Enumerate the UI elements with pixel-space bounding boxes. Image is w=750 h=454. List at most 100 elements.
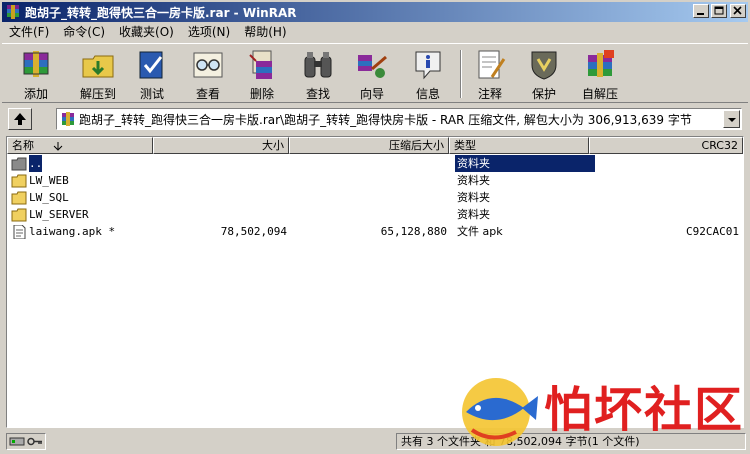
row-packed bbox=[293, 189, 447, 206]
add-button[interactable]: 添加 bbox=[14, 47, 58, 101]
close-button[interactable] bbox=[730, 4, 746, 18]
title-bar[interactable]: 跑胡子_转转_跑得快三合一房卡版.rar - WinRAR bbox=[2, 2, 748, 22]
row-size bbox=[157, 206, 287, 223]
row-name: LW_WEB bbox=[29, 174, 69, 187]
wizard-icon bbox=[358, 55, 387, 78]
column-type-label: 类型 bbox=[454, 139, 476, 152]
row-type: 资料夹 bbox=[457, 174, 490, 187]
parent-folder-icon bbox=[11, 157, 27, 170]
menu-favorites[interactable]: 收藏夹(O) bbox=[112, 23, 181, 42]
delete-button[interactable]: 删除 bbox=[240, 47, 284, 101]
menu-options[interactable]: 选项(N) bbox=[181, 23, 237, 42]
window-controls bbox=[691, 4, 746, 18]
toolbar-separator bbox=[460, 50, 462, 98]
test-label: 测试 bbox=[139, 87, 164, 101]
file-icon bbox=[13, 224, 26, 239]
row-packed: 65,128,880 bbox=[380, 225, 447, 238]
row-name-cell: LW_SERVER bbox=[11, 206, 157, 223]
comment-button[interactable]: 注释 bbox=[468, 47, 512, 101]
extract-folder-icon bbox=[82, 55, 114, 78]
table-row[interactable]: LW_WEB 资料夹 bbox=[7, 172, 743, 189]
delete-icon bbox=[249, 50, 272, 79]
file-list: 名称 大小 压缩后大小 类型 CRC32 .. 资料夹 LW_WEB 资料夹 L… bbox=[6, 136, 744, 428]
row-type: 文件 apk bbox=[457, 225, 503, 238]
row-name-cell: laiwang.apk * bbox=[11, 223, 157, 240]
up-arrow-icon bbox=[14, 113, 26, 125]
address-dropdown-button[interactable] bbox=[723, 110, 740, 128]
row-name-cell: LW_SQL bbox=[11, 189, 157, 206]
folder-icon bbox=[11, 208, 27, 221]
wizard-button[interactable]: 向导 bbox=[350, 47, 394, 101]
row-name-cell: .. bbox=[11, 155, 157, 172]
view-label: 查看 bbox=[195, 87, 220, 101]
minimize-button[interactable] bbox=[693, 4, 709, 18]
table-row[interactable]: LW_SQL 资料夹 bbox=[7, 189, 743, 206]
row-packed bbox=[293, 155, 447, 172]
maximize-button[interactable] bbox=[711, 4, 727, 18]
row-crc: C92CAC01 bbox=[686, 225, 739, 238]
extract-to-button[interactable]: 解压到 bbox=[76, 47, 120, 101]
window-title: 跑胡子_转转_跑得快三合一房卡版.rar - WinRAR bbox=[25, 5, 297, 20]
add-label: 添加 bbox=[23, 87, 48, 101]
table-row[interactable]: laiwang.apk * 78,502,094 65,128,880 文件 a… bbox=[7, 223, 743, 240]
menu-commands[interactable]: 命令(C) bbox=[56, 23, 112, 42]
view-button[interactable]: 查看 bbox=[186, 47, 230, 101]
column-header: 名称 大小 压缩后大小 类型 CRC32 bbox=[7, 137, 743, 154]
row-name: .. bbox=[29, 155, 43, 172]
archive-icon bbox=[62, 112, 74, 126]
column-name[interactable]: 名称 bbox=[7, 137, 153, 154]
row-name: LW_SERVER bbox=[29, 208, 89, 221]
info-button[interactable]: 信息 bbox=[406, 47, 450, 101]
row-type: 资料夹 bbox=[457, 208, 490, 221]
up-folder-button[interactable] bbox=[8, 108, 32, 130]
close-icon bbox=[733, 6, 742, 15]
folder-icon bbox=[11, 174, 27, 187]
menu-help[interactable]: 帮助(H) bbox=[237, 23, 293, 42]
column-crc-label: CRC32 bbox=[701, 139, 738, 152]
sort-down-icon bbox=[53, 142, 62, 151]
row-size bbox=[157, 155, 287, 172]
test-button[interactable]: 测试 bbox=[130, 47, 174, 101]
row-name-cell: LW_WEB bbox=[11, 172, 157, 189]
menu-bar: 文件(F) 命令(C) 收藏夹(O) 选项(N) 帮助(H) bbox=[2, 23, 748, 42]
column-type[interactable]: 类型 bbox=[449, 137, 589, 154]
protect-button[interactable]: 保护 bbox=[522, 47, 566, 101]
find-button[interactable]: 查找 bbox=[296, 47, 340, 101]
find-label: 查找 bbox=[305, 87, 330, 101]
table-row[interactable]: .. 资料夹 bbox=[7, 155, 743, 172]
column-size-label: 大小 bbox=[262, 139, 284, 152]
add-archive-icon bbox=[23, 51, 49, 77]
row-size bbox=[157, 172, 287, 189]
maximize-icon bbox=[714, 6, 724, 15]
sfx-button[interactable]: 自解压 bbox=[578, 47, 622, 101]
row-type: 资料夹 bbox=[457, 191, 490, 204]
shield-icon bbox=[531, 51, 557, 80]
info-icon bbox=[415, 51, 441, 80]
row-crc bbox=[597, 189, 739, 206]
status-summary: 共有 3 个文件夹 和 78,502,094 字节(1 个文件) bbox=[396, 433, 746, 450]
row-packed bbox=[293, 172, 447, 189]
row-packed bbox=[293, 206, 447, 223]
menu-file[interactable]: 文件(F) bbox=[2, 23, 56, 42]
winrar-icon bbox=[7, 5, 19, 19]
toolbar: 添加 解压到 测试 查看 删除 查找 向导 信息 注释 保护 自解压 bbox=[2, 43, 748, 103]
view-glasses-icon bbox=[193, 52, 223, 78]
address-row: 跑胡子_转转_跑得快三合一房卡版.rar\跑胡子_转转_跑得快房卡版 - RAR… bbox=[2, 106, 748, 132]
column-crc[interactable]: CRC32 bbox=[589, 137, 743, 154]
extract-to-label: 解压到 bbox=[79, 87, 116, 101]
comment-label: 注释 bbox=[477, 87, 502, 101]
address-field[interactable]: 跑胡子_转转_跑得快三合一房卡版.rar\跑胡子_转转_跑得快房卡版 - RAR… bbox=[56, 108, 742, 130]
column-name-label: 名称 bbox=[12, 139, 34, 152]
test-icon bbox=[139, 51, 163, 79]
row-crc bbox=[597, 155, 739, 172]
status-bar: 共有 3 个文件夹 和 78,502,094 字节(1 个文件) bbox=[2, 431, 748, 452]
sfx-label: 自解压 bbox=[581, 87, 618, 101]
row-name: laiwang.apk * bbox=[29, 225, 116, 238]
winrar-window: 跑胡子_转转_跑得快三合一房卡版.rar - WinRAR 文件(F) 命令(C… bbox=[0, 0, 750, 454]
sfx-icon bbox=[588, 50, 614, 77]
table-row[interactable]: LW_SERVER 资料夹 bbox=[7, 206, 743, 223]
column-packed[interactable]: 压缩后大小 bbox=[289, 137, 449, 154]
file-rows: .. 资料夹 LW_WEB 资料夹 LW_SQL 资料夹 LW_SERVER 资… bbox=[7, 155, 743, 240]
column-size[interactable]: 大小 bbox=[153, 137, 289, 154]
row-crc bbox=[597, 172, 739, 189]
